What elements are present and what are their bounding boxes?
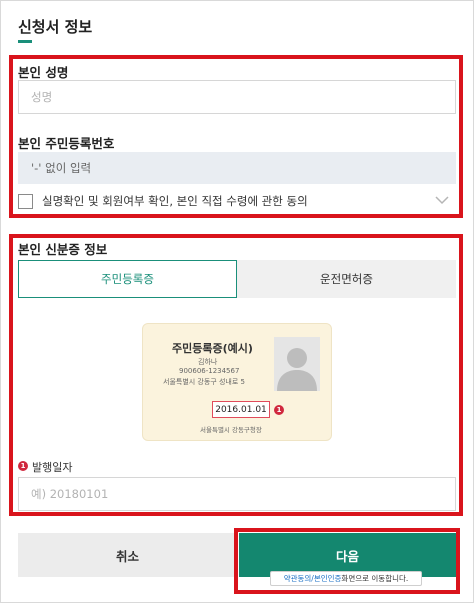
highlight-next-button (234, 528, 460, 594)
highlight-personal-info (9, 55, 463, 218)
highlight-id-info (9, 234, 463, 516)
title-underline (18, 40, 32, 43)
cancel-button[interactable]: 취소 (18, 533, 237, 577)
page-title: 신청서 정보 (18, 18, 93, 36)
